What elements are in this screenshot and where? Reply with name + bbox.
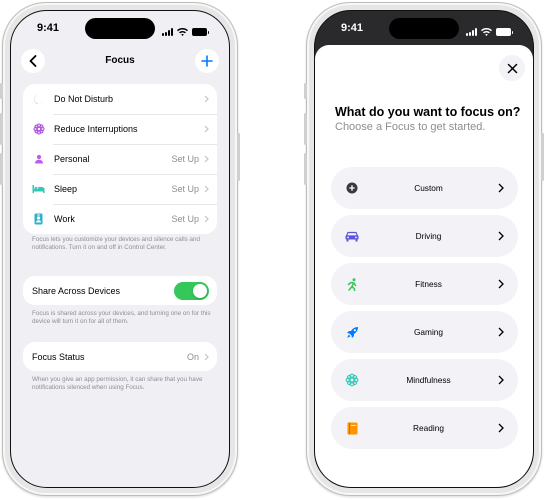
sheet-title: What do you want to focus on? bbox=[335, 105, 521, 119]
right-phone-frame: 9:41 What do you want to focus on? Choos… bbox=[304, 2, 544, 496]
share-across-devices-toggle[interactable] bbox=[174, 281, 209, 300]
focus-status-value: On bbox=[186, 351, 199, 362]
add-focus-button[interactable] bbox=[195, 49, 219, 73]
focus-mode-row-sleep[interactable]: Sleep Set Up bbox=[23, 174, 217, 204]
focus-option-label: Driving bbox=[415, 231, 442, 241]
sheet-subtitle: Choose a Focus to get started. bbox=[335, 121, 486, 133]
focus-option-label: Mindfulness bbox=[406, 375, 451, 385]
chevron-right-icon bbox=[498, 375, 504, 385]
focus-mode-label: Reduce Interruptions bbox=[54, 124, 138, 134]
bed-icon bbox=[32, 183, 45, 196]
volume-down-button bbox=[0, 153, 3, 185]
id-badge-icon bbox=[32, 213, 45, 226]
share-across-devices-label: Share Across Devices bbox=[32, 285, 121, 296]
car-icon bbox=[345, 229, 359, 243]
chevron-right-icon bbox=[204, 215, 209, 223]
volume-up-button bbox=[0, 113, 3, 145]
status-time: 9:41 bbox=[341, 22, 364, 34]
wifi-icon bbox=[177, 23, 188, 41]
choose-focus-screen: 9:41 What do you want to focus on? Choos… bbox=[314, 10, 534, 488]
volume-down-button bbox=[304, 153, 307, 185]
volume-up-button bbox=[304, 113, 307, 145]
focus-option-gaming[interactable]: Gaming bbox=[331, 311, 518, 353]
plus-icon bbox=[201, 55, 213, 67]
chevron-right-icon bbox=[498, 183, 504, 193]
plus-circle-icon bbox=[345, 181, 359, 195]
chevron-right-icon bbox=[204, 185, 209, 193]
battery-icon bbox=[496, 28, 513, 36]
rocket-icon bbox=[345, 325, 359, 339]
focus-settings-screen: 9:41 Focus Do Not Disturb Reduce Interru… bbox=[10, 10, 230, 488]
focus-mode-row-personal[interactable]: Personal Set Up bbox=[23, 144, 217, 174]
left-phone-frame: 9:41 Focus Do Not Disturb Reduce Interru… bbox=[0, 2, 240, 496]
navigation-bar: Focus bbox=[11, 45, 229, 77]
focus-modes-list: Do Not Disturb Reduce Interruptions Pers… bbox=[23, 84, 217, 234]
chevron-right-icon bbox=[498, 279, 504, 289]
close-icon bbox=[507, 63, 517, 73]
focus-option-reading[interactable]: Reading bbox=[331, 407, 518, 449]
focus-option-label: Reading bbox=[413, 423, 444, 433]
focus-mode-row-reduce-interruptions[interactable]: Reduce Interruptions bbox=[23, 114, 217, 144]
status-time: 9:41 bbox=[37, 22, 60, 34]
focus-status-group: Focus Status On bbox=[23, 342, 217, 371]
person-icon bbox=[32, 153, 45, 166]
focus-mode-row-work[interactable]: Work Set Up bbox=[23, 204, 217, 234]
chevron-right-icon bbox=[204, 95, 209, 103]
action-button bbox=[304, 83, 307, 99]
book-icon bbox=[345, 421, 359, 435]
share-across-devices-group: Share Across Devices bbox=[23, 276, 217, 305]
focus-status-label: Focus Status bbox=[32, 351, 85, 362]
chevron-right-icon bbox=[498, 423, 504, 433]
battery-icon bbox=[192, 28, 209, 36]
focus-option-label: Gaming bbox=[413, 327, 444, 337]
focus-mode-label: Do Not Disturb bbox=[54, 94, 114, 104]
focus-option-label: Fitness bbox=[415, 279, 442, 289]
choose-focus-sheet: What do you want to focus on? Choose a F… bbox=[315, 45, 533, 487]
flower-icon bbox=[345, 373, 359, 387]
chevron-right-icon bbox=[204, 155, 209, 163]
side-button bbox=[541, 133, 544, 181]
focus-mode-value: Set Up bbox=[171, 154, 199, 164]
focus-option-label: Custom bbox=[414, 183, 443, 193]
focus-mode-row-do-not-disturb[interactable]: Do Not Disturb bbox=[23, 84, 217, 114]
share-description: Focus is shared across your devices, and… bbox=[32, 310, 211, 325]
focus-mode-label: Sleep bbox=[54, 184, 78, 194]
dynamic-island bbox=[85, 18, 155, 39]
chevron-right-icon bbox=[498, 231, 504, 241]
focus-mode-label: Personal bbox=[54, 154, 90, 164]
running-icon bbox=[345, 277, 359, 291]
action-button bbox=[0, 83, 3, 99]
dynamic-island bbox=[389, 18, 459, 39]
cellular-signal-icon bbox=[162, 28, 173, 36]
side-button bbox=[237, 133, 240, 181]
chevron-right-icon bbox=[204, 353, 209, 360]
focus-option-mindfulness[interactable]: Mindfulness bbox=[331, 359, 518, 401]
focus-option-custom[interactable]: Custom bbox=[331, 167, 518, 209]
focus-status-row[interactable]: Focus Status On bbox=[23, 342, 217, 371]
chevron-right-icon bbox=[498, 327, 504, 337]
focus-mode-label: Work bbox=[54, 214, 75, 224]
share-across-devices-row: Share Across Devices bbox=[23, 276, 217, 305]
chevron-right-icon bbox=[204, 125, 209, 133]
focus-status-description: When you give an app permission, it can … bbox=[32, 376, 203, 391]
focus-description: Focus lets you customize your devices an… bbox=[32, 236, 200, 251]
focus-option-driving[interactable]: Driving bbox=[331, 215, 518, 257]
focus-mode-value: Set Up bbox=[171, 184, 199, 194]
cellular-signal-icon bbox=[466, 28, 477, 36]
focus-mode-value: Set Up bbox=[171, 214, 199, 224]
focus-option-fitness[interactable]: Fitness bbox=[331, 263, 518, 305]
close-button[interactable] bbox=[499, 55, 525, 81]
flower-icon bbox=[32, 123, 45, 136]
wifi-icon bbox=[481, 23, 492, 41]
moon-icon bbox=[32, 93, 45, 106]
